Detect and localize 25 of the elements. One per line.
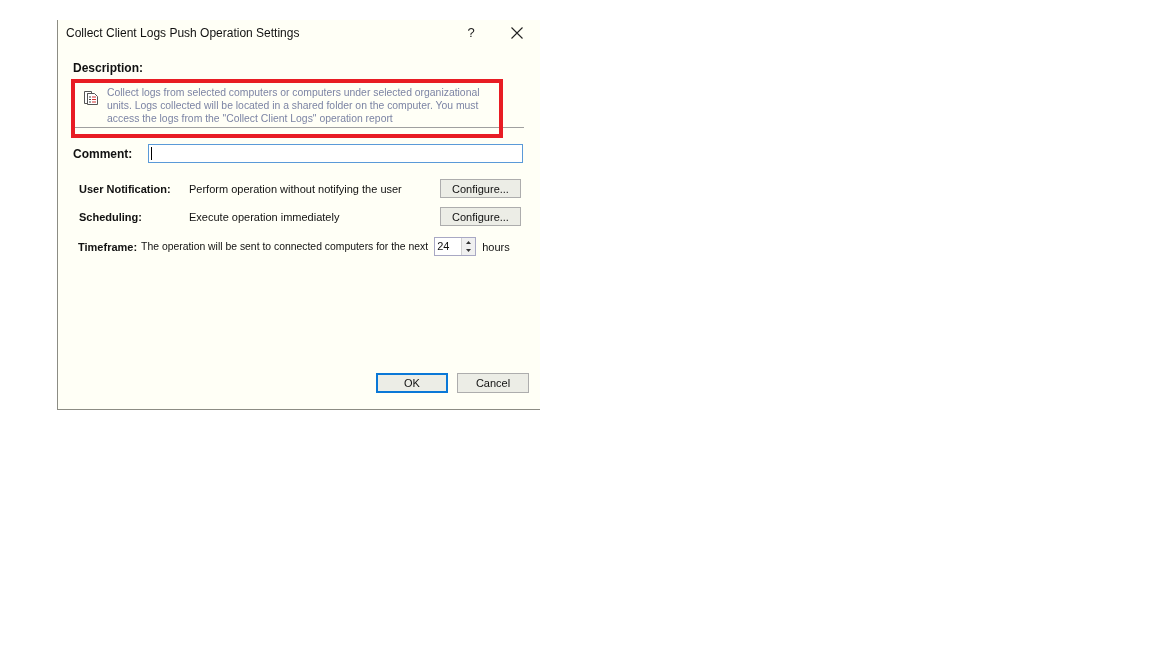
timeframe-text: The operation will be sent to connected computers for the next <box>141 241 429 252</box>
spin-up-button[interactable] <box>462 238 476 247</box>
hours-spin-field[interactable]: 24 <box>434 237 477 256</box>
description-label: Description: <box>73 61 143 75</box>
setting-label: User Notification: <box>79 182 172 195</box>
up-triangle-icon <box>466 240 472 244</box>
text-cursor <box>151 147 152 160</box>
timeframe-label: Timeframe: <box>78 240 138 253</box>
spin-down-button[interactable] <box>462 246 476 255</box>
close-icon <box>511 26 523 39</box>
setting-label: Scheduling: <box>79 210 143 223</box>
document-list-icon <box>84 91 98 105</box>
setting-value: Execute operation immediately <box>189 210 341 223</box>
comment-label: Comment: <box>73 146 134 161</box>
down-triangle-icon <box>466 249 472 253</box>
comment-field[interactable] <box>148 144 523 163</box>
window-title: Collect Client Logs Push Operation Settings <box>66 25 301 40</box>
configure-button[interactable]: Configure... <box>440 179 521 198</box>
dialog-button[interactable]: OK <box>376 373 448 393</box>
setting-value: Perform operation without notifying the user <box>189 182 403 195</box>
dialog-button[interactable]: Cancel <box>457 373 529 393</box>
configure-button[interactable]: Configure... <box>440 207 521 226</box>
hours-unit-label: hours <box>482 240 510 253</box>
help-button[interactable]: ? <box>459 21 483 44</box>
description-text: Collect logs from selected computers or computers under selected organizational units. Logs collected will be located in a shared folder on the computer. You must access the logs from the "Collect Client Logs" operation report <box>107 86 481 125</box>
